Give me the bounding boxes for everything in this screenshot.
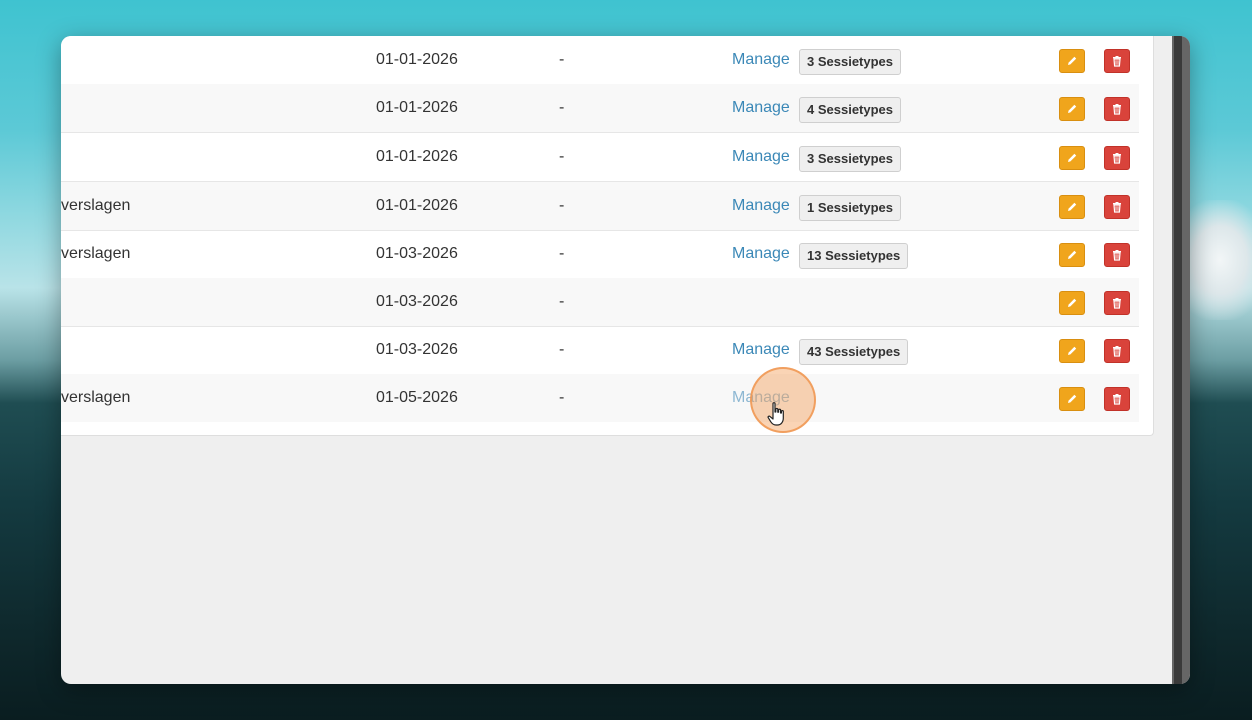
row-end-date: -: [559, 99, 565, 116]
table-row: verslagen 01-05-2026 - Manage: [61, 374, 1139, 422]
vertical-scrollbar[interactable]: [1172, 36, 1190, 684]
trash-icon: [1113, 153, 1121, 164]
row-end-date: -: [559, 51, 565, 68]
session-types-badge: 3 Sessietypes: [799, 49, 902, 75]
manage-link[interactable]: Manage: [732, 36, 790, 84]
edit-button[interactable]: [1059, 339, 1085, 363]
delete-button[interactable]: [1104, 387, 1130, 411]
pencil-icon: [1068, 298, 1077, 307]
edit-button[interactable]: [1059, 146, 1085, 170]
table-row: 01-01-2026 - Manage 3 Sessietypes: [61, 36, 1139, 85]
row-name: verslagen: [61, 197, 131, 214]
session-types-badge: 3 Sessietypes: [799, 146, 902, 172]
delete-button[interactable]: [1104, 97, 1130, 121]
delete-button[interactable]: [1104, 195, 1130, 219]
row-end-date: -: [559, 245, 565, 262]
delete-button[interactable]: [1104, 49, 1130, 73]
row-end-date: -: [559, 293, 565, 310]
edit-button[interactable]: [1059, 387, 1085, 411]
trash-icon: [1113, 394, 1121, 405]
manage-link[interactable]: Manage: [732, 133, 790, 181]
pencil-icon: [1068, 346, 1077, 355]
row-end-date: -: [559, 148, 565, 165]
row-name: verslagen: [61, 245, 131, 262]
edit-button[interactable]: [1059, 195, 1085, 219]
delete-button[interactable]: [1104, 339, 1130, 363]
row-end-date: -: [559, 341, 565, 358]
pencil-icon: [1068, 153, 1077, 162]
pencil-icon: [1068, 56, 1077, 65]
row-date: 01-01-2026: [376, 197, 458, 214]
manage-link[interactable]: Manage: [732, 84, 790, 132]
delete-button[interactable]: [1104, 291, 1130, 315]
pencil-icon: [1068, 394, 1077, 403]
hand-pointer-icon: [767, 402, 784, 426]
trash-icon: [1113, 202, 1121, 213]
table-row: verslagen 01-03-2026 - Manage 13 Sessiet…: [61, 230, 1139, 279]
delete-button[interactable]: [1104, 243, 1130, 267]
session-types-badge: 4 Sessietypes: [799, 97, 902, 123]
session-types-badge: 13 Sessietypes: [799, 243, 909, 269]
session-types-badge: 1 Sessietypes: [799, 195, 902, 221]
scrollbar-thumb[interactable]: [1174, 36, 1182, 684]
table-row: 01-01-2026 - Manage 3 Sessietypes: [61, 133, 1139, 182]
trash-icon: [1113, 298, 1121, 309]
pencil-icon: [1068, 202, 1077, 211]
row-date: 01-03-2026: [376, 245, 458, 262]
trash-icon: [1113, 104, 1121, 115]
sessions-table: 01-01-2026 - Manage 3 Sessietypes 01-01-…: [61, 36, 1154, 436]
table-row: 01-03-2026 -: [61, 278, 1139, 327]
row-date: 01-05-2026: [376, 389, 458, 406]
manage-link[interactable]: Manage: [732, 182, 790, 230]
pencil-icon: [1068, 250, 1077, 259]
row-name: verslagen: [61, 389, 131, 406]
edit-button[interactable]: [1059, 291, 1085, 315]
trash-icon: [1113, 346, 1121, 357]
edit-button[interactable]: [1059, 243, 1085, 267]
row-date: 01-01-2026: [376, 148, 458, 165]
table-row: verslagen 01-01-2026 - Manage 1 Sessiety…: [61, 182, 1139, 231]
trash-icon: [1113, 56, 1121, 67]
row-date: 01-01-2026: [376, 99, 458, 116]
edit-button[interactable]: [1059, 97, 1085, 121]
row-end-date: -: [559, 389, 565, 406]
delete-button[interactable]: [1104, 146, 1130, 170]
table-row: 01-03-2026 - Manage 43 Sessietypes: [61, 326, 1139, 375]
table-row: 01-01-2026 - Manage 4 Sessietypes: [61, 84, 1139, 133]
manage-link[interactable]: Manage: [732, 230, 790, 278]
row-end-date: -: [559, 197, 565, 214]
trash-icon: [1113, 250, 1121, 261]
browser-window: 01-01-2026 - Manage 3 Sessietypes 01-01-…: [61, 36, 1190, 684]
row-date: 01-03-2026: [376, 293, 458, 310]
row-date: 01-01-2026: [376, 51, 458, 68]
pencil-icon: [1068, 104, 1077, 113]
edit-button[interactable]: [1059, 49, 1085, 73]
row-date: 01-03-2026: [376, 341, 458, 358]
session-types-badge: 43 Sessietypes: [799, 339, 909, 365]
